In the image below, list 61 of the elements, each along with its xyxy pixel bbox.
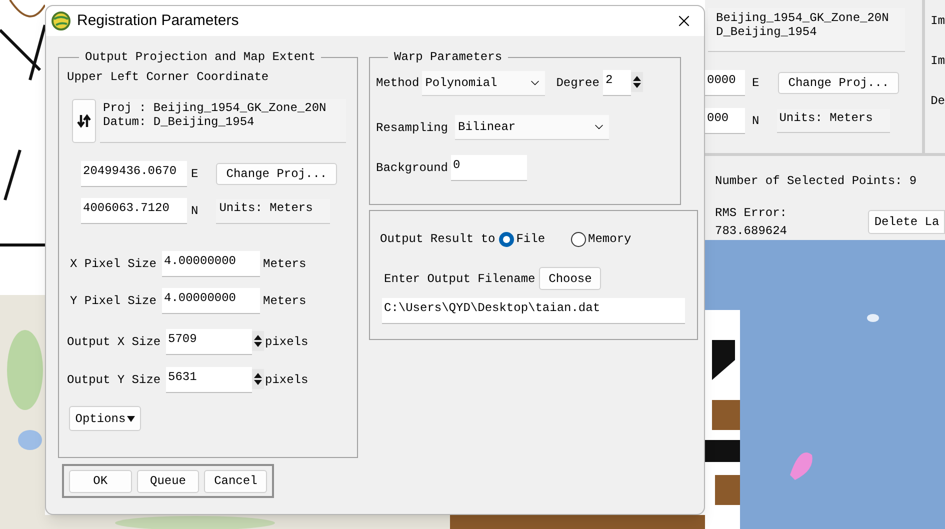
unit-label: N (191, 203, 198, 220)
side-label: De (930, 93, 945, 110)
spinner-icon[interactable] (631, 72, 644, 92)
resampling-dropdown[interactable]: Bilinear (455, 115, 610, 140)
text-field[interactable]: 4006063.7120 (81, 198, 187, 224)
number-field[interactable]: 2 (603, 70, 632, 96)
text-field[interactable]: 20499436.0670 (81, 161, 187, 187)
field-label: Enter Output Filename (384, 270, 536, 288)
change-projection-button[interactable]: Change Proj... (216, 163, 338, 185)
dialog-button[interactable]: Cancel (204, 470, 268, 492)
unit-label: pixels (265, 372, 308, 389)
units-label: Units: Meters (777, 109, 890, 133)
spinner-icon[interactable] (252, 369, 264, 389)
delete-button[interactable]: Delete La (868, 210, 945, 234)
unit-label: Meters (263, 256, 306, 273)
number-field[interactable]: 5709 (166, 329, 252, 355)
projection-info: Proj : Beijing_1954_GK_Zone_20N Datum: D_Beijing_1954 (100, 99, 346, 143)
text-field[interactable]: 000 (705, 108, 745, 134)
text-field[interactable]: 4.00000000 (162, 251, 260, 277)
rms-error-label: RMS Error: 783.689624 (715, 205, 788, 240)
text-field[interactable]: C:\Users\QYD\Desktop\taian.dat (382, 298, 685, 324)
choose-button[interactable]: Choose (539, 267, 602, 290)
field-label: Output X Size (67, 334, 162, 351)
unit-label: E (191, 166, 198, 183)
swap-icon (77, 114, 91, 128)
unit-label: Meters (263, 293, 306, 310)
unit-label: pixels (265, 334, 308, 351)
swap-button[interactable] (72, 99, 96, 143)
text-field[interactable]: 0000 (705, 70, 745, 96)
side-label: Im (930, 53, 945, 70)
radio-label: Memory (588, 231, 632, 248)
caret-icon (126, 416, 135, 422)
group-title: Output Projection and Map Extent (84, 49, 316, 66)
group-title: Warp Parameters (393, 49, 504, 66)
field-label: Method (376, 75, 420, 92)
section-label: Upper Left Corner Coordinate (67, 69, 270, 86)
window-title: Registration Parameters (77, 10, 239, 31)
dialog-button[interactable]: OK (69, 470, 132, 492)
unit-label: E (752, 75, 760, 92)
field-label: Resampling (376, 120, 448, 136)
field-label: Output Y Size (67, 372, 162, 389)
radio-label: File (516, 231, 546, 248)
field-label: Y Pixel Size (70, 293, 158, 310)
unit-label: N (752, 113, 760, 130)
text-field[interactable]: 4.00000000 (162, 288, 260, 314)
field-label: Background (376, 160, 448, 177)
number-field[interactable]: 5631 (166, 367, 252, 393)
side-label: Im (930, 13, 945, 30)
radio-button[interactable] (499, 232, 514, 246)
globe-icon (51, 11, 71, 31)
radio-button[interactable] (571, 232, 586, 246)
spinner-icon[interactable] (252, 331, 264, 351)
options-button[interactable]: Options (69, 406, 141, 431)
method-dropdown[interactable]: Polynomial (422, 70, 546, 96)
field-label: X Pixel Size (70, 256, 158, 273)
field-label: Degree (556, 75, 600, 92)
field-label: Output Result to (380, 231, 496, 248)
change-projection-button[interactable]: Change Proj... (778, 72, 900, 94)
dialog-button[interactable]: Queue (136, 470, 200, 492)
selected-points-label: Number of Selected Points: 9 (715, 173, 918, 190)
text-field[interactable]: 0 (451, 155, 528, 181)
